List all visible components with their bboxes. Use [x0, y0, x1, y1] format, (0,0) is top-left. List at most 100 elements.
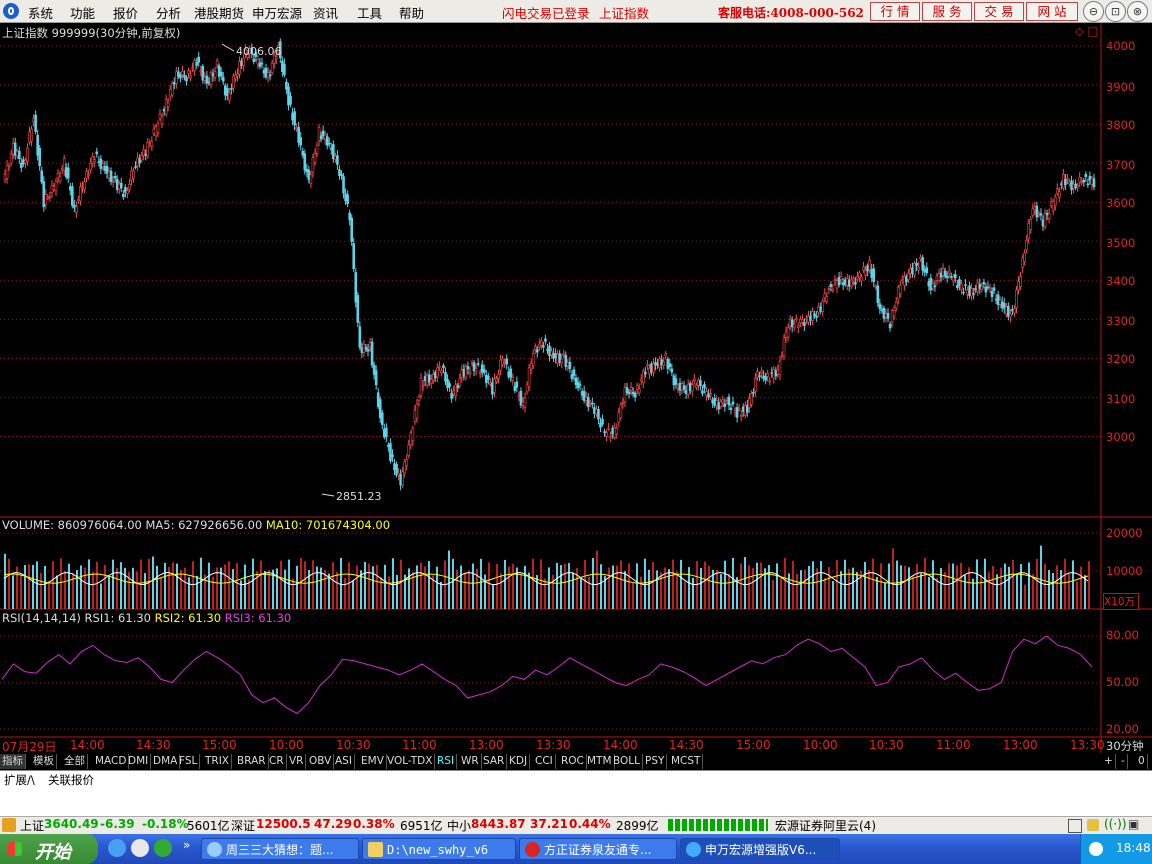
tab-brar[interactable]: BRAR	[235, 754, 269, 769]
sh-pct: -0.18%	[142, 817, 189, 831]
period-selector[interactable]: 30分钟	[1106, 738, 1144, 754]
tab-roc[interactable]: ROC	[559, 754, 587, 769]
candle-body	[466, 366, 470, 370]
server-name[interactable]: 宏源证券阿里云(4)	[775, 817, 876, 834]
candle-body	[705, 391, 708, 397]
zx-amount: 2899亿	[616, 819, 659, 833]
tab-dma[interactable]: DMA	[151, 754, 181, 769]
menu-function[interactable]: 功能	[70, 3, 95, 22]
volume-bar	[472, 563, 474, 609]
start-button[interactable]: 开始	[0, 834, 98, 864]
candle-body	[688, 383, 692, 392]
candle-body	[544, 338, 547, 342]
volume-bar	[700, 568, 702, 609]
candle-body	[303, 153, 307, 171]
menu-news[interactable]: 资讯	[313, 3, 338, 22]
expand-tab[interactable]: 扩展/\	[4, 772, 35, 787]
candle-body	[266, 72, 270, 78]
quotes-button[interactable]: 行 情	[870, 2, 920, 21]
menu-swhy[interactable]: 申万宏源	[252, 3, 302, 22]
tab-sar[interactable]: SAR	[481, 754, 508, 769]
menu-system[interactable]: 系统	[28, 3, 53, 22]
quick-launch-expand[interactable]: »	[183, 838, 190, 852]
tab-psy[interactable]: PSY	[643, 754, 668, 769]
candle-body	[680, 383, 684, 391]
tab-dmi[interactable]: DMI	[126, 754, 152, 769]
website-button[interactable]: 网 站	[1026, 2, 1078, 21]
reset-button[interactable]: 0	[1136, 754, 1148, 769]
candle-body	[146, 142, 150, 157]
volume-bar	[804, 569, 806, 609]
task-swhy[interactable]: 申万宏源增强版V6...	[680, 838, 840, 860]
maximize-icon[interactable]: ⊡	[1105, 1, 1126, 22]
candle-body	[548, 345, 551, 357]
candle-body	[945, 275, 949, 279]
ie-icon[interactable]	[108, 839, 126, 857]
tab-asi[interactable]: ASI	[333, 754, 355, 769]
rsi3-value: RSI3: 61.30	[224, 611, 292, 625]
tab-boll[interactable]: BOLL	[611, 754, 643, 769]
candle-body	[409, 432, 413, 446]
candle-body	[3, 174, 7, 180]
tab-vol-tdx[interactable]: VOL-TDX	[385, 754, 436, 769]
zoom-out-button[interactable]: -	[1119, 754, 1128, 769]
tab-kdj[interactable]: KDJ	[507, 754, 531, 769]
menu-hk-futures[interactable]: 港股期货	[194, 3, 244, 22]
candle-body	[189, 75, 192, 79]
windows-logo-icon	[8, 842, 22, 856]
menu-bar: 系统 功能 报价 分析 港股期货 申万宏源 资讯 工具 帮助 闪电交易已登录 上…	[0, 0, 1152, 23]
tab-template[interactable]: 模板	[31, 754, 57, 769]
tab-indicator[interactable]: 指标	[0, 754, 26, 769]
candle-body	[831, 288, 835, 291]
menu-tools[interactable]: 工具	[357, 3, 382, 22]
tab-macd[interactable]: MACD	[93, 754, 130, 769]
trade-button[interactable]: 交 易	[974, 2, 1024, 21]
tab-wr[interactable]: WR	[459, 754, 482, 769]
task-folder[interactable]: D:\new_swhy_v6	[362, 838, 516, 860]
tab-fsl[interactable]: FSL	[177, 754, 201, 769]
layout-icon[interactable]	[1068, 819, 1082, 833]
volume-bar	[720, 574, 722, 609]
candle-body	[238, 61, 241, 75]
task-fangzheng[interactable]: 方正证券泉友通专...	[519, 838, 677, 860]
task-news[interactable]: 周三三大猜想：题...	[201, 838, 359, 860]
status-alert-icon[interactable]	[2, 818, 16, 832]
sz-label: 深证	[231, 819, 256, 833]
tab-cr[interactable]: CR	[267, 754, 287, 769]
chart-area[interactable]: 4006.06 2851.23	[0, 23, 1152, 753]
candle-body	[13, 142, 17, 156]
tab-vr[interactable]: VR	[287, 754, 307, 769]
shield-icon[interactable]	[1089, 842, 1103, 856]
zoom-in-button[interactable]: +	[1102, 754, 1116, 769]
candle-body	[690, 384, 694, 392]
tab-mcst[interactable]: MCST	[669, 754, 704, 769]
service-button[interactable]: 服 务	[922, 2, 972, 21]
notice-icon[interactable]	[1087, 819, 1099, 831]
tab-all[interactable]: 全部	[62, 754, 88, 769]
tab-trix[interactable]: TRIX	[203, 754, 232, 769]
related-quotes-tab[interactable]: 关联报价	[48, 772, 94, 787]
close-icon[interactable]: ⊗	[1127, 1, 1148, 22]
ie2-icon[interactable]	[131, 839, 149, 857]
tab-emv[interactable]: EMV	[359, 754, 387, 769]
candle-body	[501, 358, 504, 365]
candle-body	[786, 327, 790, 338]
price-tick: 3000	[1106, 430, 1136, 444]
flash-trade-status[interactable]: 闪电交易已登录	[502, 3, 590, 22]
tab-obv[interactable]: OBV	[307, 754, 335, 769]
candle-body	[976, 282, 980, 292]
candle-body	[354, 272, 358, 303]
candle-body	[215, 60, 219, 66]
minimize-icon[interactable]: ⊖	[1083, 1, 1104, 22]
tab-cci[interactable]: CCI	[533, 754, 556, 769]
candle-body	[489, 382, 492, 385]
tab-rsi[interactable]: RSI	[435, 754, 458, 769]
lock-icon[interactable]: ▣	[1128, 817, 1139, 831]
current-index-link[interactable]: 上证指数	[599, 3, 649, 22]
menu-help[interactable]: 帮助	[399, 3, 424, 22]
chart-header-icons[interactable]: ◇ □	[1075, 24, 1098, 38]
menu-quotes[interactable]: 报价	[113, 3, 138, 22]
chrome-icon[interactable]	[154, 839, 172, 857]
candle-body	[427, 374, 431, 383]
menu-analysis[interactable]: 分析	[156, 3, 181, 22]
